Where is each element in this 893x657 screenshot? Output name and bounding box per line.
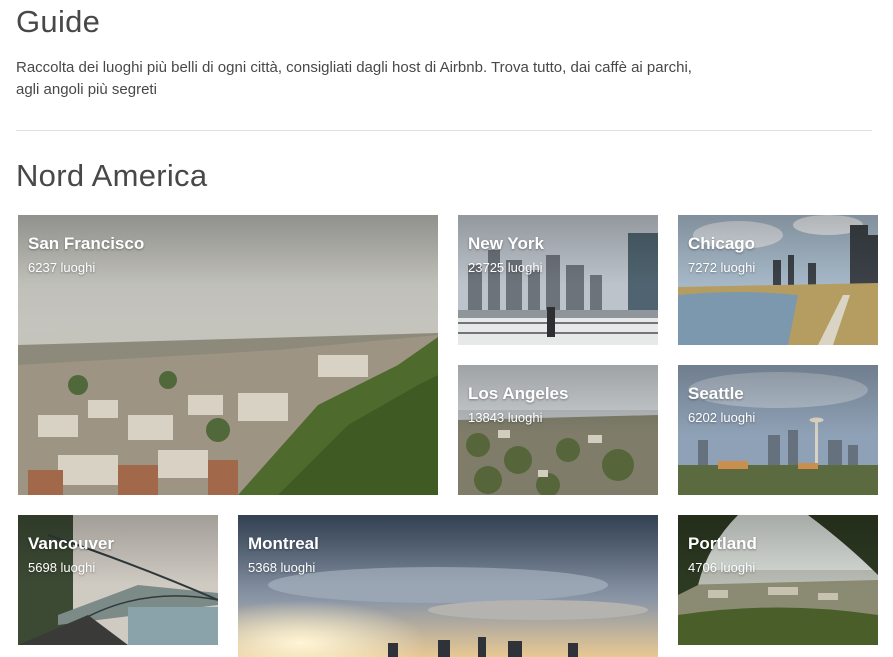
city-card-montreal[interactable]: Montreal 5368 luoghi bbox=[238, 515, 658, 657]
city-count: 6202 luoghi bbox=[688, 410, 756, 425]
city-name: Seattle bbox=[688, 384, 744, 403]
city-card-seattle[interactable]: Seattle 6202 luoghi bbox=[678, 365, 878, 495]
city-name: Vancouver bbox=[28, 534, 114, 553]
city-count: 7272 luoghi bbox=[688, 260, 756, 275]
city-card-vancouver[interactable]: Vancouver 5698 luoghi bbox=[18, 515, 218, 645]
city-name: New York bbox=[468, 234, 544, 253]
city-name: Montreal bbox=[248, 534, 319, 553]
city-name: Portland bbox=[688, 534, 757, 553]
city-count: 6237 luoghi bbox=[28, 260, 96, 275]
section-title: Nord America bbox=[16, 158, 208, 193]
city-name: San Francisco bbox=[28, 234, 145, 253]
city-count: 5368 luoghi bbox=[248, 560, 316, 575]
city-name: Chicago bbox=[688, 234, 756, 253]
city-card-los-angeles[interactable]: Los Angeles 13843 luoghi bbox=[458, 365, 658, 495]
city-count: 5698 luoghi bbox=[28, 560, 96, 575]
page-intro: Raccolta dei luoghi più belli di ogni ci… bbox=[16, 59, 692, 98]
city-card-portland[interactable]: Portland 4706 luoghi bbox=[678, 515, 878, 645]
city-count: 23725 luoghi bbox=[468, 260, 543, 275]
city-count: 13843 luoghi bbox=[468, 410, 543, 425]
city-count: 4706 luoghi bbox=[688, 560, 756, 575]
city-card-new-york[interactable]: New York 23725 luoghi bbox=[458, 215, 658, 345]
page-title: Guide bbox=[16, 4, 101, 39]
divider bbox=[16, 130, 872, 131]
city-card-chicago[interactable]: Chicago 7272 luoghi bbox=[678, 215, 878, 345]
city-card-san-francisco[interactable]: San Francisco 6237 luoghi bbox=[18, 215, 438, 495]
city-name: Los Angeles bbox=[468, 384, 569, 403]
